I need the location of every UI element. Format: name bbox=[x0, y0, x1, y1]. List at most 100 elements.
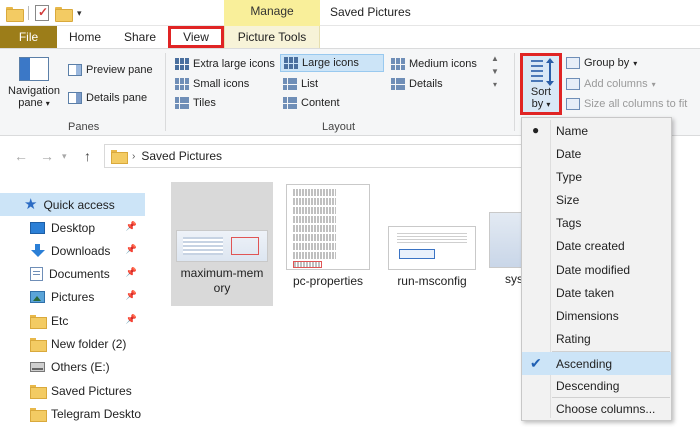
sidebar-item-label: New folder (2) bbox=[51, 336, 127, 351]
details-pane-label: Details pane bbox=[86, 92, 148, 104]
sidebar-item-label: Others (E:) bbox=[51, 359, 110, 374]
folder-icon[interactable] bbox=[6, 6, 24, 22]
add-columns-button[interactable]: Add columns ▾ bbox=[566, 75, 656, 93]
details-label: Details bbox=[409, 78, 443, 90]
large-icons-option[interactable]: Large icons bbox=[280, 54, 384, 72]
file-name-line1: maximum-mem bbox=[180, 266, 264, 280]
medium-icons-icon bbox=[391, 58, 405, 70]
extra-large-icons-icon bbox=[175, 58, 189, 70]
sidebar-item-label: Documents bbox=[49, 266, 110, 281]
ribbon-tabs: File Home Share View Picture Tools bbox=[0, 26, 700, 48]
sort-by-label-2: by bbox=[531, 98, 544, 110]
tab-picture-tools[interactable]: Picture Tools bbox=[224, 26, 320, 48]
breadcrumb[interactable]: Saved Pictures bbox=[141, 149, 222, 163]
desktop-icon bbox=[30, 221, 45, 234]
details-icon bbox=[391, 78, 405, 90]
file-item-sys[interactable]: sys bbox=[489, 182, 523, 287]
sidebar-item-label: Pictures bbox=[51, 289, 95, 304]
scroll-down-icon[interactable]: ▼ bbox=[491, 67, 499, 76]
sort-menu-item-date-taken[interactable]: Date taken bbox=[522, 281, 671, 304]
sort-menu-item-date[interactable]: Date bbox=[522, 142, 671, 165]
navigation-pane-button[interactable]: Navigation pane ▾ bbox=[6, 55, 62, 110]
size-all-columns-button[interactable]: Size all columns to fit bbox=[566, 95, 687, 113]
sidebar-item-new-folder-2[interactable]: New folder (2) bbox=[0, 332, 145, 355]
sort-menu-item-type[interactable]: Type bbox=[522, 165, 671, 188]
scroll-up-icon[interactable]: ▲ bbox=[491, 54, 499, 63]
menu-item-label: Choose columns... bbox=[556, 401, 656, 416]
sort-by-button[interactable]: Sort by ▾ bbox=[520, 53, 562, 115]
pin-icon: 📌 bbox=[125, 314, 137, 324]
sidebar-item-others-e[interactable]: Others (E:) bbox=[0, 355, 145, 378]
tab-file[interactable]: File bbox=[0, 26, 57, 48]
new-folder-icon[interactable] bbox=[55, 6, 73, 22]
file-item-run-msconfig[interactable]: run-msconfig bbox=[381, 182, 483, 289]
list-option[interactable]: List bbox=[280, 75, 321, 93]
extra-large-icons-option[interactable]: Extra large icons bbox=[172, 55, 278, 73]
content-option[interactable]: Content bbox=[280, 94, 343, 112]
group-by-label: Group by bbox=[584, 57, 630, 69]
menu-item-label: Name bbox=[556, 123, 589, 138]
preview-pane-label: Preview pane bbox=[86, 64, 153, 76]
sidebar-item-quick-access[interactable]: ★ Quick access bbox=[0, 193, 145, 216]
small-icons-option[interactable]: Small icons bbox=[172, 75, 252, 93]
sort-menu-item-rating[interactable]: Rating bbox=[522, 327, 671, 350]
sort-menu-item-name[interactable]: ● Name bbox=[522, 119, 671, 142]
sidebar-item-documents[interactable]: Documents 📌 bbox=[0, 262, 145, 285]
tiles-option[interactable]: Tiles bbox=[172, 94, 219, 112]
folder-icon bbox=[30, 337, 47, 352]
navigation-pane-label-1: Navigation bbox=[8, 85, 60, 97]
forward-arrow-icon[interactable]: → bbox=[40, 148, 54, 164]
group-by-icon bbox=[566, 57, 580, 69]
gallery-more-icon[interactable]: ▾ bbox=[493, 80, 497, 89]
menu-item-label: Type bbox=[556, 169, 583, 184]
sidebar-item-telegram-desktop[interactable]: Telegram Deskto bbox=[0, 402, 145, 425]
sidebar-item-label: Telegram Deskto bbox=[51, 406, 142, 421]
documents-icon bbox=[30, 266, 43, 281]
group-by-button[interactable]: Group by ▾ bbox=[566, 54, 637, 72]
quick-access-toolbar: ▾ bbox=[0, 0, 82, 26]
small-icons-icon bbox=[175, 78, 189, 90]
large-icons-icon bbox=[284, 57, 298, 69]
preview-pane-button[interactable]: Preview pane bbox=[68, 61, 153, 79]
medium-icons-option[interactable]: Medium icons bbox=[388, 55, 480, 73]
navigation-pane-icon bbox=[19, 57, 49, 81]
details-option[interactable]: Details bbox=[388, 75, 446, 93]
file-item-maximum-memory[interactable]: maximum-mem ory bbox=[171, 182, 273, 306]
up-arrow-icon[interactable]: ↑ bbox=[84, 148, 91, 164]
sidebar-item-desktop[interactable]: Desktop 📌 bbox=[0, 216, 145, 239]
sort-menu-item-choose-columns[interactable]: Choose columns... bbox=[522, 397, 671, 420]
file-item-pc-properties[interactable]: pc-properties bbox=[277, 182, 379, 289]
details-pane-button[interactable]: Details pane bbox=[68, 89, 147, 107]
recent-locations-icon[interactable]: ▾ bbox=[62, 151, 67, 162]
tab-view[interactable]: View bbox=[168, 26, 224, 48]
file-list: maximum-mem ory pc-properties run-msconf… bbox=[145, 176, 523, 427]
tab-home[interactable]: Home bbox=[60, 26, 110, 48]
sort-menu-item-size[interactable]: Size bbox=[522, 188, 671, 211]
sort-menu-item-dimensions[interactable]: Dimensions bbox=[522, 304, 671, 327]
sort-menu-item-ascending[interactable]: ✔ Ascending bbox=[522, 352, 671, 375]
add-columns-icon bbox=[566, 78, 580, 90]
sort-menu-item-tags[interactable]: Tags bbox=[522, 211, 671, 234]
bullet-icon: ● bbox=[532, 123, 540, 137]
sidebar-item-etc[interactable]: Etc 📌 bbox=[0, 309, 145, 332]
sidebar-item-pictures[interactable]: Pictures 📌 bbox=[0, 285, 145, 308]
sort-menu-item-descending[interactable]: Descending bbox=[522, 374, 671, 397]
qat-customize-icon[interactable]: ▾ bbox=[77, 8, 82, 19]
sidebar-item-saved-pictures[interactable]: Saved Pictures bbox=[0, 379, 145, 402]
sidebar-item-downloads[interactable]: Downloads 📌 bbox=[0, 239, 145, 262]
sort-menu-item-date-modified[interactable]: Date modified bbox=[522, 258, 671, 281]
menu-item-label: Date taken bbox=[556, 285, 615, 300]
address-bar[interactable]: › Saved Pictures bbox=[104, 144, 534, 168]
qat-separator bbox=[28, 6, 29, 20]
menu-item-label: Tags bbox=[556, 215, 582, 230]
breadcrumb-chevron-icon[interactable]: › bbox=[132, 151, 135, 162]
layout-gallery-scroller[interactable]: ▲ ▼ ▾ bbox=[489, 54, 501, 108]
tab-share[interactable]: Share bbox=[114, 26, 166, 48]
sort-menu-item-date-created[interactable]: Date created bbox=[522, 234, 671, 257]
properties-icon[interactable] bbox=[35, 5, 49, 21]
chevron-down-icon: ▾ bbox=[633, 58, 638, 68]
back-arrow-icon[interactable]: ← bbox=[14, 148, 28, 164]
download-icon bbox=[30, 244, 45, 257]
manage-contextual-tab: Manage bbox=[224, 0, 320, 26]
menu-item-label: Rating bbox=[556, 331, 591, 346]
